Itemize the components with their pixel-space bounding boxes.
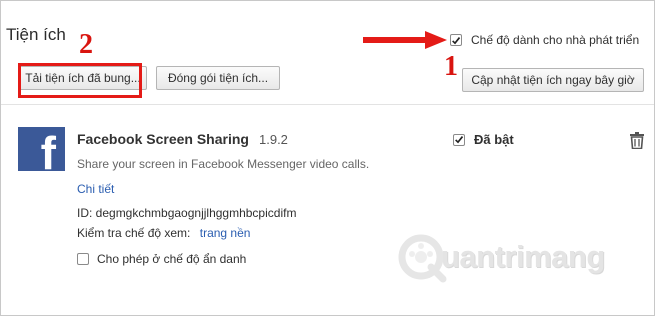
developer-mode-label: Chế độ dành cho nhà phát triển: [471, 33, 640, 47]
allow-incognito-label: Cho phép ở chế độ ẩn danh: [97, 252, 247, 266]
annotation-highlight-box: [18, 63, 142, 98]
checkmark-icon: [452, 36, 461, 44]
background-page-link[interactable]: trang nền: [200, 226, 251, 240]
developer-mode-toggle[interactable]: Chế độ dành cho nhà phát triển: [450, 33, 639, 47]
watermark-text: uantrimang: [441, 239, 605, 274]
inspect-views: Kiểm tra chế độ xem: trang nền: [77, 226, 250, 240]
developer-mode-checkbox[interactable]: [450, 34, 462, 46]
annotation-step-2: 2: [79, 29, 93, 60]
annotation-arrow-icon: [363, 31, 447, 49]
extension-name: Facebook Screen Sharing: [77, 131, 249, 147]
extension-version: 1.9.2: [259, 132, 288, 147]
allow-incognito-checkbox[interactable]: [77, 253, 89, 265]
trash-icon[interactable]: [629, 132, 645, 149]
inspect-views-label: Kiểm tra chế độ xem:: [77, 226, 191, 240]
facebook-logo-icon: f: [18, 127, 65, 171]
checkmark-icon: [455, 136, 464, 144]
allow-incognito-toggle[interactable]: Cho phép ở chế độ ẩn danh: [77, 252, 246, 266]
extension-enabled-checkbox[interactable]: [453, 133, 465, 146]
watermark: uantrimang: [397, 231, 637, 287]
extension-enabled-label: Đã bật: [474, 132, 514, 147]
extension-details-link[interactable]: Chi tiết: [77, 182, 114, 196]
facebook-logo-letter: f: [40, 127, 56, 171]
annotation-step-1: 1: [444, 51, 458, 82]
divider: [1, 104, 654, 105]
update-extensions-button[interactable]: Cập nhật tiện ích ngay bây giờ: [462, 68, 644, 92]
extension-enabled-toggle[interactable]: Đã bật: [453, 132, 514, 147]
pack-extension-button[interactable]: Đóng gói tiện ích...: [156, 66, 280, 90]
extensions-page: Tiện ích Chế độ dành cho nhà phát triển …: [0, 0, 655, 316]
extension-id: ID: degmgkchmbgaognjjlhggmhbcpicdifm: [77, 206, 297, 220]
page-title: Tiện ích: [6, 25, 66, 44]
extension-description: Share your screen in Facebook Messenger …: [77, 157, 370, 171]
